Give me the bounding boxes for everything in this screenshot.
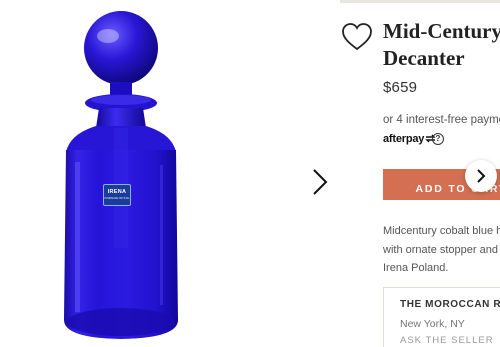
afterpay-wordmark: afterpay — [383, 133, 425, 145]
product-photo[interactable]: IRENA HANDMADE CRYSTAL — [0, 0, 340, 347]
sticker-fine-print: HANDMADE CRYSTAL — [104, 197, 130, 200]
description-line: Irena Poland. — [383, 262, 449, 274]
product-title-line-2: Decanter — [383, 46, 465, 70]
seller-card: THE MOROCCAN RO New York, NY ASK THE SEL… — [383, 287, 500, 347]
info-circle-icon[interactable]: ? — [432, 133, 444, 145]
heart-icon — [342, 23, 372, 51]
sticker-brand: IRENA — [107, 189, 127, 195]
product-title: Mid-Century B Decanter — [383, 18, 500, 72]
description-line: Midcentury cobalt blue h — [383, 225, 500, 237]
cobalt-decanter-image — [64, 11, 178, 339]
seller-name[interactable]: THE MOROCCAN RO — [400, 299, 500, 310]
description-line: with ornate stopper and — [383, 243, 498, 256]
favorite-button[interactable] — [340, 20, 374, 54]
product-price: $659 — [383, 79, 418, 96]
next-photo-button[interactable] — [305, 165, 335, 199]
seller-location: New York, NY — [400, 318, 465, 330]
chevron-right-icon — [477, 169, 486, 183]
brand-sticker: IRENA HANDMADE CRYSTAL — [103, 184, 131, 206]
carousel-next-button[interactable] — [465, 160, 497, 192]
installments-text: or 4 interest-free payme — [383, 114, 500, 126]
product-description: Midcentury cobalt blue h with ornate sto… — [383, 222, 500, 278]
product-title-line-1: Mid-Century B — [383, 19, 500, 43]
chevron-right-icon — [313, 169, 328, 195]
ask-seller-link[interactable]: ASK THE SELLER — [400, 335, 494, 346]
afterpay-logo: afterpay — [383, 133, 436, 145]
